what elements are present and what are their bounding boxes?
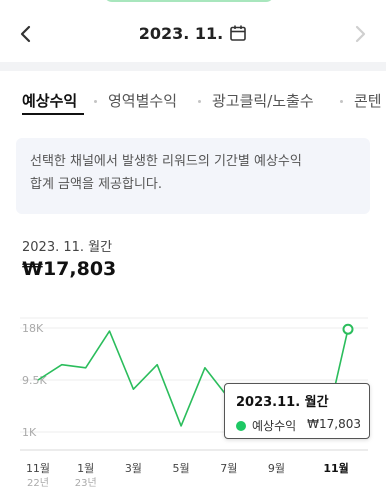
section-divider — [0, 62, 386, 71]
tab-content[interactable]: 콘텐 — [354, 90, 382, 111]
tab-ad-clicks-impressions[interactable]: 광고클릭/노출수 — [212, 90, 314, 111]
x-tick-label: 1월 — [77, 462, 94, 475]
x-tick-sublabel: 23년 — [75, 477, 97, 489]
chart-tooltip: 2023.11. 월간 예상수익 ₩17,803 — [224, 383, 370, 439]
x-tick-label: 5월 — [173, 462, 190, 475]
info-text-line-1: 선택한 채널에서 발생한 리워드의 기간별 예상수익 — [30, 154, 302, 169]
info-box: 선택한 채널에서 발생한 리워드의 기간별 예상수익 합계 금액을 제공합니다. — [16, 138, 370, 214]
tab-expected-revenue[interactable]: 예상수익 — [22, 90, 77, 111]
chevron-right-icon[interactable] — [348, 22, 372, 46]
period-label: 2023. 11. 월간 — [22, 240, 113, 255]
tooltip-title: 2023.11. 월간 — [236, 395, 329, 410]
x-tick-label: 9월 — [268, 462, 285, 475]
y-tick-label: 1K — [22, 426, 37, 439]
x-tick-label: 3월 — [125, 462, 142, 475]
x-tick-label: 7월 — [220, 462, 237, 475]
current-date: 2023. 11. — [138, 24, 224, 43]
top-pill-button[interactable] — [104, 0, 274, 2]
x-tick-sublabel: 22년 — [27, 477, 49, 489]
calendar-icon[interactable] — [229, 24, 247, 46]
tab-separator — [198, 100, 201, 103]
tab-separator — [94, 100, 97, 103]
tab-bar: 예상수익 영역별수익 광고클릭/노출수 콘텐 — [0, 86, 386, 120]
tooltip-series-dot — [236, 421, 246, 431]
date-navigator: 2023. 11. — [0, 14, 386, 54]
tooltip-value: ₩17,803 — [307, 417, 361, 431]
highlighted-data-point — [342, 323, 354, 335]
active-tab-indicator — [22, 113, 84, 115]
date-selector[interactable]: 2023. 11. — [0, 24, 386, 46]
info-text-line-2: 합계 금액을 제공합니다. — [30, 177, 162, 192]
y-tick-label: 18K — [22, 322, 44, 335]
total-amount: ₩17,803 — [22, 258, 117, 280]
tab-revenue-by-area[interactable]: 영역별수익 — [108, 90, 177, 111]
x-tick-label: 11월 — [26, 462, 50, 475]
tooltip-series-name: 예상수익 — [252, 419, 297, 433]
tab-separator — [340, 100, 343, 103]
x-tick-label: 11월 — [323, 461, 348, 475]
